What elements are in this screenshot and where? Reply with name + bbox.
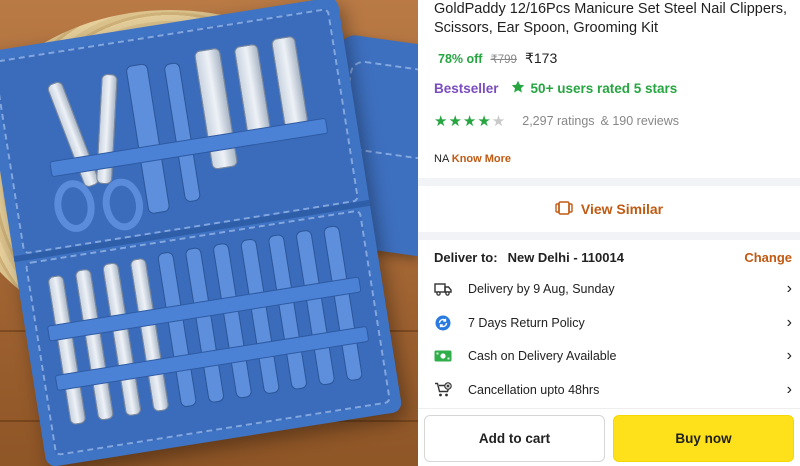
divider bbox=[418, 178, 800, 186]
price-row: 78% off ₹799 ₹173 bbox=[438, 50, 557, 67]
chevron-right-icon: › bbox=[786, 347, 792, 364]
know-more-link[interactable]: Know More bbox=[452, 153, 511, 165]
seller-info-row: NA Know More bbox=[434, 153, 511, 165]
return-icon bbox=[434, 314, 452, 332]
delivery-location: New Delhi - 110014 bbox=[507, 250, 624, 265]
change-location-button[interactable]: Change bbox=[744, 250, 792, 265]
divider bbox=[418, 232, 800, 240]
delivery-date-row[interactable]: Delivery by 9 Aug, Sunday › bbox=[434, 275, 792, 303]
delivery-date-text: Delivery by 9 Aug, Sunday bbox=[468, 282, 615, 296]
selling-price: ₹173 bbox=[524, 50, 558, 66]
truck-icon bbox=[434, 280, 452, 298]
chevron-right-icon: › bbox=[786, 280, 792, 297]
reviews-count: & 190 reviews bbox=[600, 114, 680, 128]
na-label: NA bbox=[434, 153, 449, 165]
deliver-label: Deliver to: bbox=[434, 250, 498, 265]
cod-text: Cash on Delivery Available bbox=[468, 349, 617, 363]
view-similar-label: View Similar bbox=[580, 201, 664, 217]
buy-now-button[interactable]: Buy now bbox=[613, 415, 794, 462]
similar-icon bbox=[555, 200, 573, 218]
mrp-price: ₹799 bbox=[490, 54, 517, 66]
cancellation-row[interactable]: Cancellation upto 48hrs › bbox=[434, 376, 792, 404]
product-image[interactable] bbox=[0, 0, 418, 466]
discount-label: 78% off bbox=[438, 52, 483, 66]
rated-badge: 50+ users rated 5 stars bbox=[511, 80, 678, 97]
deliver-to-row: Deliver to: New Delhi - 110014 Change bbox=[434, 250, 792, 265]
rated-text: 50+ users rated 5 stars bbox=[530, 81, 678, 96]
badge-star-icon bbox=[511, 80, 525, 97]
add-to-cart-button[interactable]: Add to cart bbox=[424, 415, 605, 462]
chevron-right-icon: › bbox=[786, 314, 792, 331]
badge-row: Bestseller 50+ users rated 5 stars bbox=[434, 80, 677, 97]
bestseller-badge: Bestseller bbox=[434, 81, 499, 96]
action-bar: Add to cart Buy now bbox=[418, 408, 800, 466]
return-policy-text: 7 Days Return Policy bbox=[468, 316, 585, 330]
ratings-count: 2,297 ratings bbox=[522, 114, 595, 128]
rating-stars-icon: ★★★★★ bbox=[434, 113, 507, 130]
manicure-case bbox=[0, 0, 403, 466]
chevron-right-icon: › bbox=[786, 381, 792, 398]
cash-icon bbox=[434, 347, 452, 365]
view-similar-button[interactable]: View Similar bbox=[418, 186, 800, 232]
cod-row[interactable]: Cash on Delivery Available › bbox=[434, 342, 792, 370]
rating-row[interactable]: ★★★★★ 2,297 ratings & 190 reviews bbox=[434, 112, 679, 130]
cancellation-text: Cancellation upto 48hrs bbox=[468, 383, 600, 397]
return-policy-row[interactable]: 7 Days Return Policy › bbox=[434, 309, 792, 337]
product-title: GoldPaddy 12/16Pcs Manicure Set Steel Na… bbox=[434, 1, 788, 36]
cancel-cart-icon bbox=[434, 381, 452, 399]
product-details: GoldPaddy 12/16Pcs Manicure Set Steel Na… bbox=[418, 0, 800, 466]
